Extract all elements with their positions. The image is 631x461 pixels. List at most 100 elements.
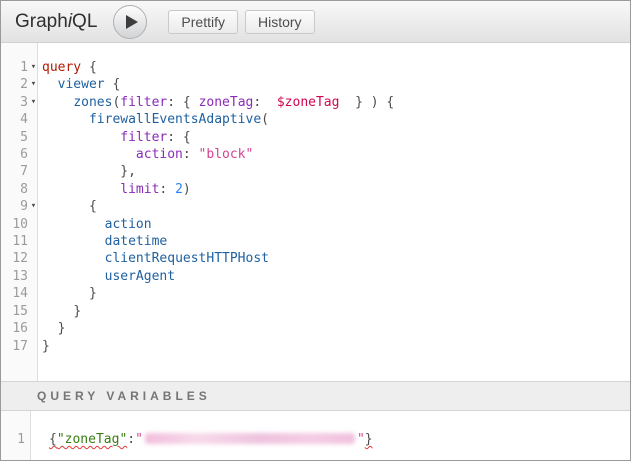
code-line[interactable]: 12 clientRequestHTTPHost — [1, 250, 630, 267]
app-title-post: QL — [72, 11, 97, 32]
code-token — [42, 130, 120, 145]
line-number: 3 — [1, 94, 28, 111]
code-token: userAgent — [105, 269, 175, 284]
code-token: } — [365, 432, 373, 447]
code-token: limit — [120, 182, 159, 197]
code-line[interactable]: 9▾ { — [1, 198, 630, 215]
code-token — [42, 286, 89, 301]
code-token — [42, 217, 105, 232]
code-line[interactable]: 7 }, — [1, 163, 630, 180]
execute-button[interactable] — [113, 5, 147, 39]
fold-spacer — [25, 431, 36, 448]
fold-spacer — [28, 146, 39, 163]
fold-toggle-icon[interactable]: ▾ — [28, 198, 39, 215]
app-title: GraphiQL — [15, 11, 97, 33]
code-text[interactable]: userAgent — [39, 268, 175, 285]
code-line[interactable]: 1▾query { — [1, 59, 630, 76]
code-line[interactable]: 10 action — [1, 216, 630, 233]
prettify-button[interactable]: Prettify — [168, 10, 238, 34]
code-token — [42, 234, 105, 249]
fold-spacer — [28, 268, 39, 285]
code-line[interactable]: 2▾ viewer { — [1, 76, 630, 93]
code-token: : { — [167, 130, 190, 145]
code-token — [42, 95, 73, 110]
fold-spacer — [28, 303, 39, 320]
variables-editor[interactable]: 1{"zoneTag":""} — [1, 411, 630, 460]
line-number: 16 — [1, 320, 28, 337]
line-number: 1 — [1, 59, 28, 76]
code-line[interactable]: 5 filter: { — [1, 129, 630, 146]
code-token: firewallEventsAdaptive — [89, 112, 261, 127]
fold-toggle-icon[interactable]: ▾ — [28, 59, 39, 76]
code-text[interactable]: action — [39, 216, 152, 233]
fold-toggle-icon[interactable]: ▾ — [28, 94, 39, 111]
code-token — [42, 164, 120, 179]
code-text[interactable]: } — [39, 303, 81, 320]
fold-spacer — [28, 181, 39, 198]
code-token: zoneTag — [199, 95, 254, 110]
code-token: viewer — [58, 77, 105, 92]
code-text[interactable]: }, — [39, 163, 136, 180]
redacted-value — [145, 433, 355, 444]
fold-spacer — [28, 111, 39, 128]
code-line[interactable]: 15 } — [1, 303, 630, 320]
code-text[interactable]: limit: 2) — [39, 181, 191, 198]
variables-title-bar[interactable]: QUERY VARIABLES — [1, 381, 630, 411]
code-token: "block" — [199, 147, 254, 162]
code-token: : — [127, 432, 135, 447]
code-line[interactable]: 17} — [1, 338, 630, 355]
code-line[interactable]: 6 action: "block" — [1, 146, 630, 163]
code-token: { — [105, 77, 121, 92]
code-text[interactable]: query { — [39, 59, 97, 76]
code-token: clientRequestHTTPHost — [105, 251, 269, 266]
toolbar: GraphiQL Prettify History — [1, 1, 630, 43]
code-line[interactable]: 8 limit: 2) — [1, 181, 630, 198]
line-number: 17 — [1, 338, 28, 355]
code-line[interactable]: 11 datetime — [1, 233, 630, 250]
history-button[interactable]: History — [245, 10, 315, 34]
line-number: 1 — [1, 431, 25, 448]
code-text[interactable]: zones(filter: { zoneTag: $zoneTag } ) { — [39, 94, 394, 111]
code-text[interactable]: clientRequestHTTPHost — [39, 250, 269, 267]
code-token: query — [42, 60, 81, 75]
code-line[interactable]: 13 userAgent — [1, 268, 630, 285]
code-text[interactable]: } — [39, 285, 97, 302]
line-number: 13 — [1, 268, 28, 285]
code-line[interactable]: 3▾ zones(filter: { zoneTag: $zoneTag } )… — [1, 94, 630, 111]
code-text[interactable]: viewer { — [39, 76, 120, 93]
code-token — [42, 77, 58, 92]
code-line[interactable]: 14 } — [1, 285, 630, 302]
code-text[interactable]: filter: { — [39, 129, 191, 146]
code-line[interactable]: 4 firewallEventsAdaptive( — [1, 111, 630, 128]
code-token: datetime — [105, 234, 168, 249]
line-number: 7 — [1, 163, 28, 180]
fold-spacer — [28, 320, 39, 337]
code-token: : — [253, 95, 276, 110]
query-editor[interactable]: 1▾query {2▾ viewer {3▾ zones(filter: { z… — [1, 43, 630, 381]
code-token: "zoneTag" — [57, 432, 127, 447]
code-token: { — [81, 60, 97, 75]
code-text[interactable]: } — [39, 338, 50, 355]
line-number: 11 — [1, 233, 28, 250]
code-line[interactable]: 1{"zoneTag":""} — [1, 431, 630, 448]
fold-toggle-icon[interactable]: ▾ — [28, 76, 39, 93]
line-number: 15 — [1, 303, 28, 320]
code-token — [42, 321, 58, 336]
code-text[interactable]: {"zoneTag":""} — [36, 431, 373, 448]
code-token: { — [89, 199, 97, 214]
variables-editor-code: 1{"zoneTag":""} — [1, 411, 630, 448]
code-text[interactable]: action: "block" — [39, 146, 253, 163]
code-text[interactable]: { — [39, 198, 97, 215]
variables-title: QUERY VARIABLES — [37, 389, 211, 403]
code-token: filter — [120, 95, 167, 110]
code-text[interactable]: } — [39, 320, 65, 337]
code-token: filter — [120, 130, 167, 145]
code-line[interactable]: 16 } — [1, 320, 630, 337]
line-number: 8 — [1, 181, 28, 198]
code-text[interactable]: datetime — [39, 233, 167, 250]
code-token: " — [357, 432, 365, 447]
line-number: 5 — [1, 129, 28, 146]
code-token: { — [49, 432, 57, 447]
line-number: 2 — [1, 76, 28, 93]
code-text[interactable]: firewallEventsAdaptive( — [39, 111, 269, 128]
